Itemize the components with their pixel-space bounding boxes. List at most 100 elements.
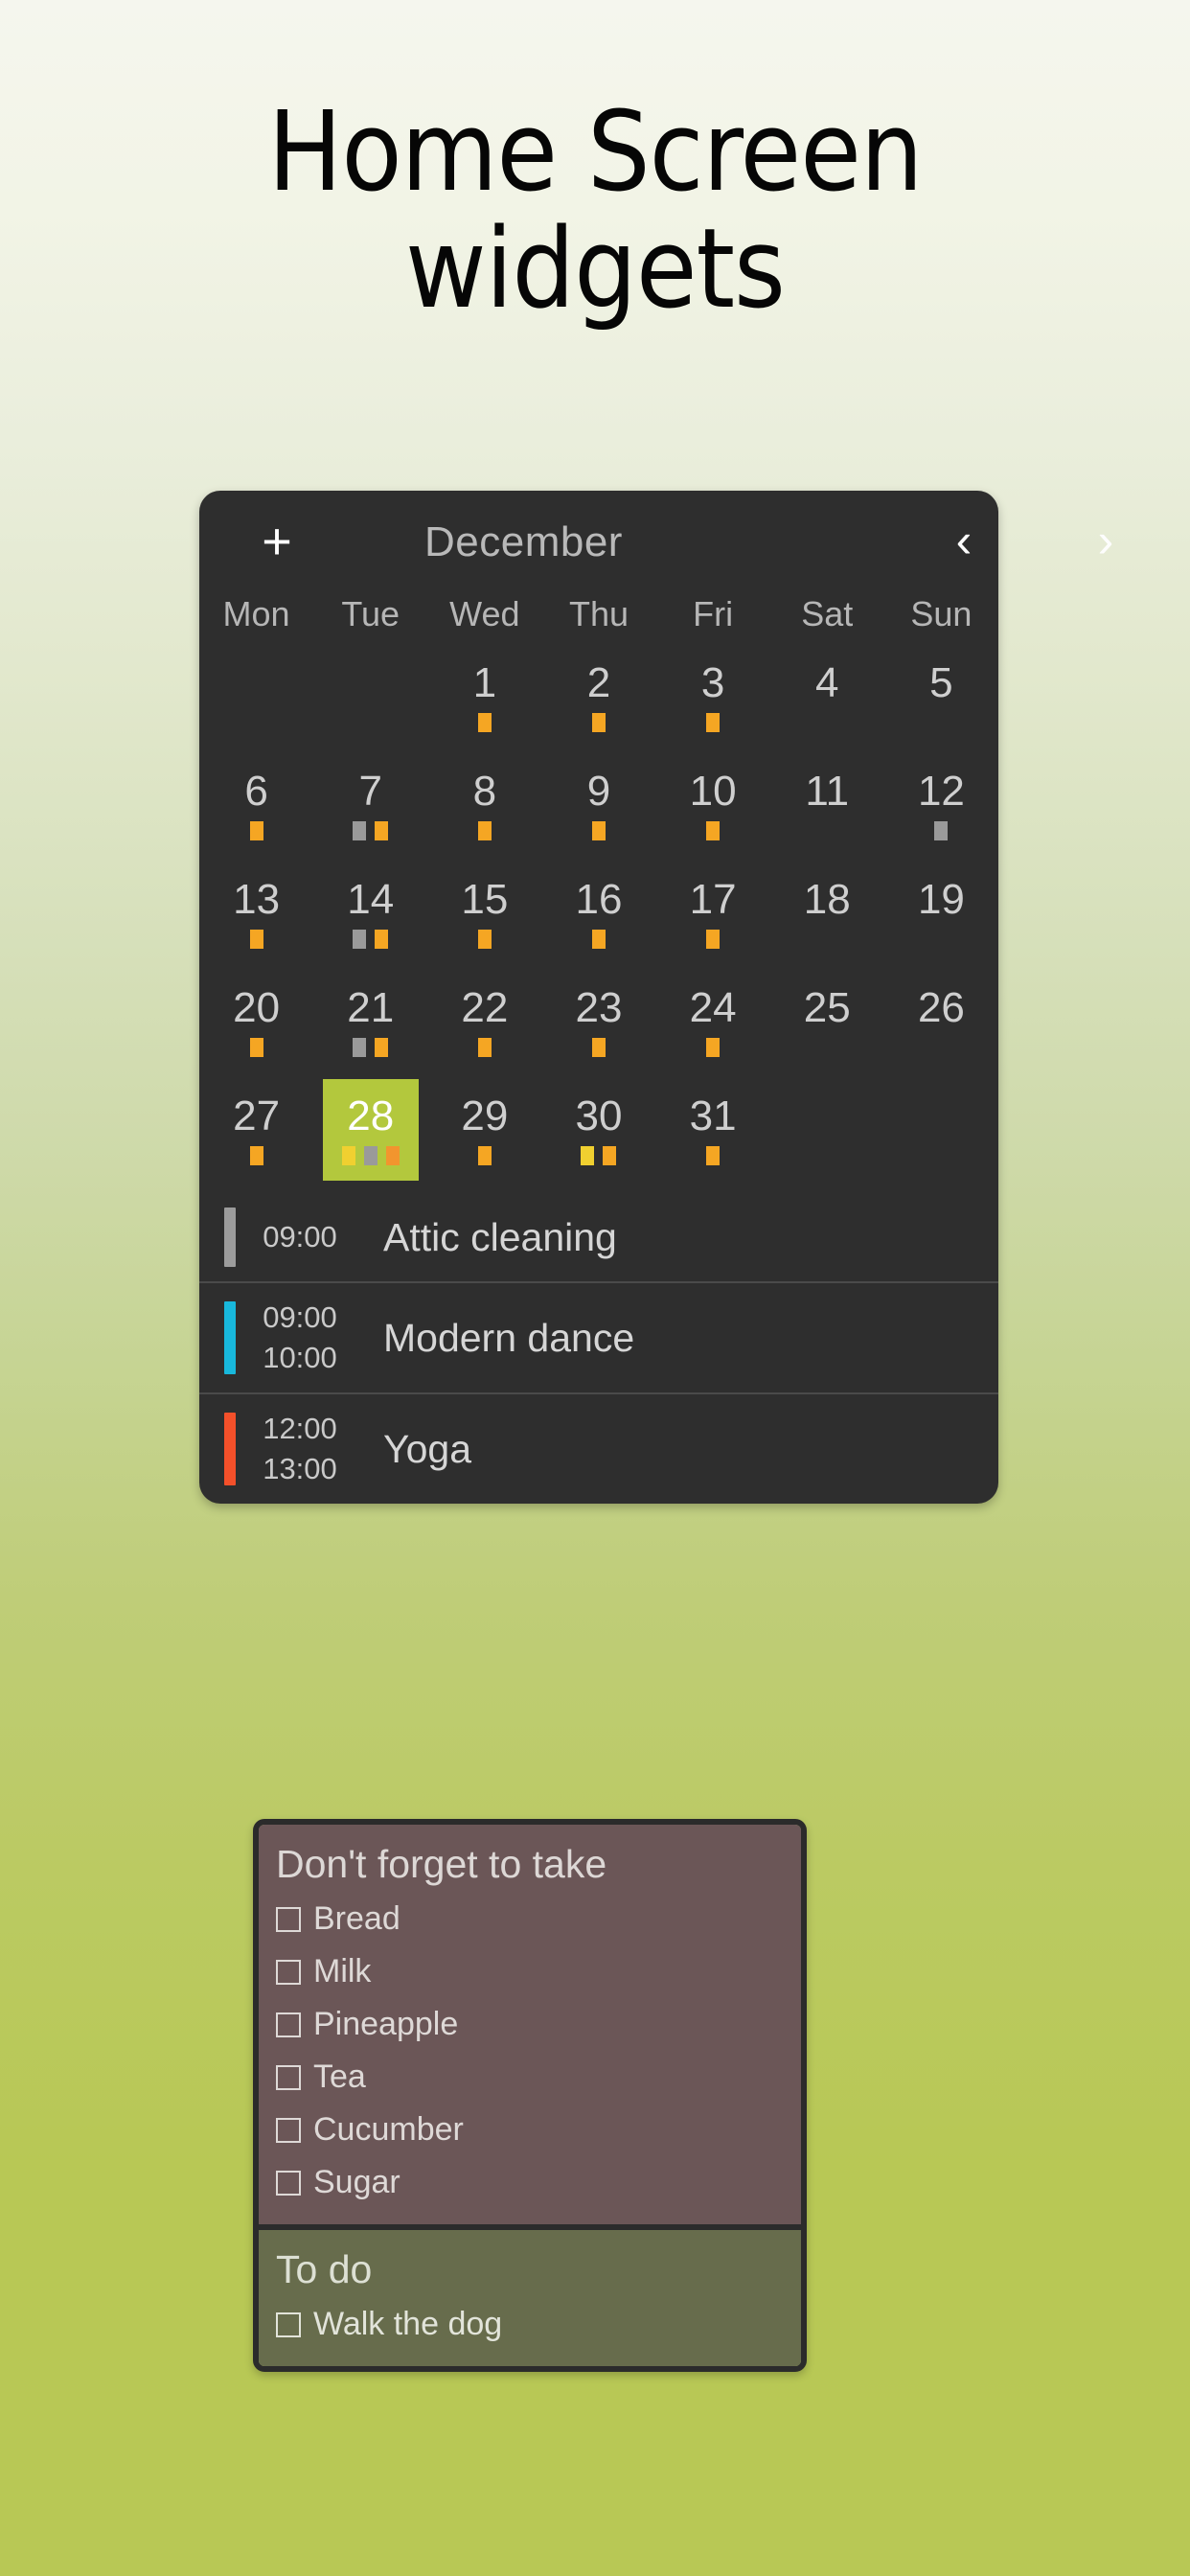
checkbox-unchecked-icon[interactable]	[276, 2117, 301, 2143]
calendar-day-18[interactable]: 18	[770, 868, 884, 977]
calendar-day-grid[interactable]: 1 2 3 4 5 6 7 8 9 10 11 12 13 14 15 16 17 18 19 20 21 22 23 24 2…	[199, 652, 998, 1193]
todo-list-items[interactable]: Walk the dog	[276, 2298, 784, 2351]
shopping-list-section[interactable]: Don't forget to take Bread Milk Pineapple T…	[259, 1825, 801, 2224]
event-dot	[477, 821, 492, 840]
calendar-widget[interactable]: + December ‹ › Mon Tue Wed Thu Fri Sat Sun 123…	[199, 491, 1113, 1504]
calendar-day-26[interactable]: 26	[884, 977, 998, 1085]
calendar-day-8[interactable]: 8	[427, 760, 541, 868]
calendar-week-row: 6 7 8 9 10 11 12	[199, 760, 998, 868]
calendar-day-13[interactable]: 13	[199, 868, 313, 977]
todo-list-item[interactable]: Walk the dog	[276, 2298, 784, 2351]
calendar-day-1[interactable]: 1	[427, 652, 541, 760]
notes-widget[interactable]: Don't forget to take Bread Milk Pineapple T…	[253, 1819, 807, 2372]
event-title: Yoga	[383, 1426, 471, 1471]
calendar-day-number: 11	[805, 768, 850, 815]
chevron-left-icon[interactable]: ‹	[942, 516, 986, 569]
calendar-weekday-sat: Sat	[801, 594, 854, 633]
add-event-icon[interactable]: +	[255, 516, 299, 567]
checkbox-unchecked-icon[interactable]	[276, 1959, 301, 1985]
calendar-day-11[interactable]: 11	[770, 760, 884, 868]
event-dot	[477, 1038, 492, 1057]
calendar-event-row[interactable]: 09:00 Attic cleaning	[199, 1193, 998, 1281]
calendar-day-number: 15	[461, 876, 509, 923]
calendar-day-number: 24	[689, 984, 737, 1031]
event-dot	[375, 1038, 389, 1057]
calendar-month-label[interactable]: December	[424, 518, 623, 566]
event-dot	[249, 821, 263, 840]
calendar-day-event-dots	[341, 1145, 400, 1166]
page-title: Home Screen widgets	[0, 94, 1190, 328]
shopping-list-items[interactable]: Bread Milk Pineapple Tea Cucumber Sugar	[276, 1893, 784, 2209]
calendar-day-23[interactable]: 23	[541, 977, 655, 1085]
calendar-day-14[interactable]: 14	[313, 868, 427, 977]
calendar-day-6[interactable]: 6	[199, 760, 313, 868]
event-dot	[706, 713, 721, 732]
calendar-day-event-dots	[353, 1037, 389, 1058]
calendar-day-17[interactable]: 17	[656, 868, 770, 977]
event-dot	[706, 1038, 721, 1057]
shopping-list-item[interactable]: Pineapple	[276, 1998, 784, 2051]
event-dot	[706, 1146, 721, 1165]
calendar-day-25[interactable]: 25	[770, 977, 884, 1085]
event-dot	[477, 930, 492, 949]
calendar-weekday-mon: Mon	[222, 594, 290, 633]
event-end-time: 13:00	[263, 1452, 337, 1485]
calendar-day-number: 2	[586, 659, 611, 706]
event-title: Attic cleaning	[383, 1214, 617, 1259]
calendar-day-29[interactable]: 29	[427, 1085, 541, 1193]
shopping-list-item[interactable]: Cucumber	[276, 2104, 784, 2156]
page-title-line-2: widgets	[405, 205, 786, 334]
shopping-list-item[interactable]: Milk	[276, 1945, 784, 1998]
shopping-list-item[interactable]: Sugar	[276, 2156, 784, 2209]
shopping-list-item[interactable]: Bread	[276, 1893, 784, 1945]
calendar-day-3[interactable]: 3	[656, 652, 770, 760]
calendar-weekday-wed: Wed	[449, 594, 520, 633]
calendar-event-row[interactable]: 09:00 10:00 Modern dance	[199, 1281, 998, 1392]
shopping-list-item-label: Cucumber	[313, 2111, 464, 2148]
event-dot	[249, 1038, 263, 1057]
shopping-list-item-label: Milk	[313, 1953, 372, 1990]
calendar-day-20[interactable]: 20	[199, 977, 313, 1085]
calendar-week-row: 1 2 3 4 5	[199, 652, 998, 760]
calendar-day-12[interactable]: 12	[884, 760, 998, 868]
calendar-day-2[interactable]: 2	[541, 652, 655, 760]
calendar-day-number: 10	[689, 768, 737, 815]
checkbox-unchecked-icon[interactable]	[276, 2064, 301, 2090]
calendar-day-number: 17	[689, 876, 737, 923]
checkbox-unchecked-icon[interactable]	[276, 2312, 301, 2337]
calendar-day-event-dots	[591, 929, 606, 950]
calendar-day-event-dots	[591, 820, 606, 841]
calendar-day-19[interactable]: 19	[884, 868, 998, 977]
calendar-day-22[interactable]: 22	[427, 977, 541, 1085]
checkbox-unchecked-icon[interactable]	[276, 1906, 301, 1932]
checkbox-unchecked-icon[interactable]	[276, 2012, 301, 2037]
calendar-day-15[interactable]: 15	[427, 868, 541, 977]
event-dot	[249, 1146, 263, 1165]
todo-list-section[interactable]: To do Walk the dog	[259, 2224, 801, 2366]
calendar-day-7[interactable]: 7	[313, 760, 427, 868]
calendar-day-28[interactable]: 28	[313, 1079, 427, 1193]
calendar-day-21[interactable]: 21	[313, 977, 427, 1085]
event-start-time: 09:00	[263, 1300, 337, 1334]
calendar-day-event-dots	[249, 1145, 263, 1166]
calendar-day-10[interactable]: 10	[656, 760, 770, 868]
event-dot	[341, 1146, 355, 1165]
calendar-day-9[interactable]: 9	[541, 760, 655, 868]
todo-list-heading: To do	[276, 2247, 373, 2291]
calendar-day-event-dots	[591, 712, 606, 733]
calendar-day-27[interactable]: 27	[199, 1085, 313, 1193]
shopping-list-item[interactable]: Tea	[276, 2051, 784, 2104]
calendar-day-16[interactable]: 16	[541, 868, 655, 977]
calendar-day-31[interactable]: 31	[656, 1085, 770, 1193]
calendar-day-number: 25	[803, 984, 851, 1031]
calendar-day-30[interactable]: 30	[541, 1085, 655, 1193]
calendar-day-event-dots	[249, 1037, 263, 1058]
calendar-day-5[interactable]: 5	[884, 652, 998, 760]
chevron-right-icon[interactable]: ›	[1084, 516, 1128, 569]
event-title: Modern dance	[383, 1315, 635, 1360]
calendar-day-24[interactable]: 24	[656, 977, 770, 1085]
checkbox-unchecked-icon[interactable]	[276, 2170, 301, 2196]
calendar-event-row[interactable]: 12:00 13:00 Yoga	[199, 1392, 998, 1504]
calendar-event-list[interactable]: 09:00 Attic cleaning 09:00 10:00 Modern danc…	[199, 1193, 998, 1504]
calendar-day-4[interactable]: 4	[770, 652, 884, 760]
